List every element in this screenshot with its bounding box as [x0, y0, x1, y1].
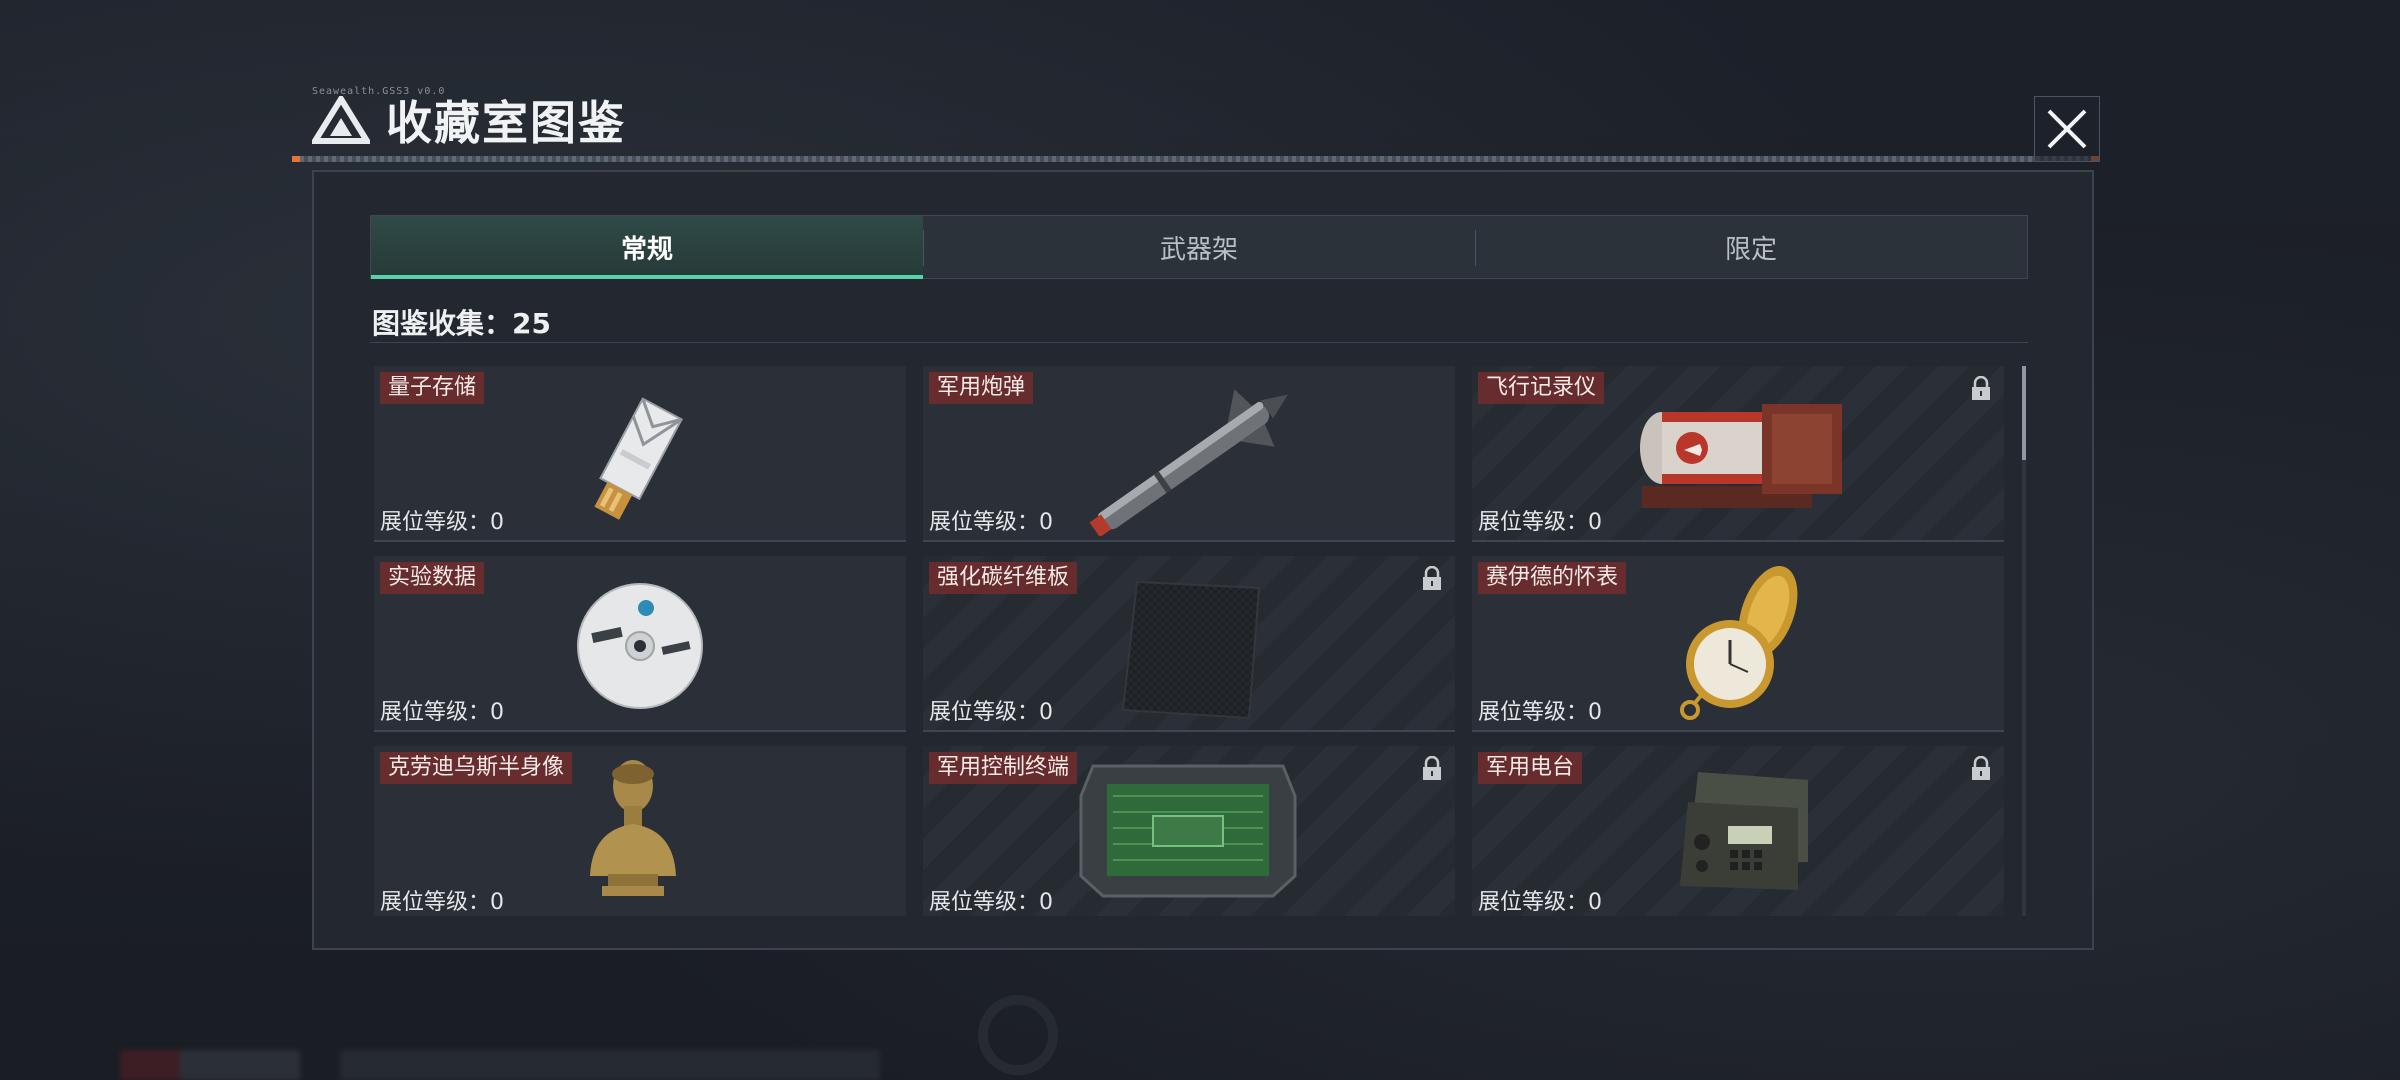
card-level: 展位等级：0 [929, 510, 1053, 535]
header-divider-cap-left [292, 156, 300, 162]
card-level: 展位等级：0 [1478, 890, 1602, 915]
card-level: 展位等级：0 [380, 510, 504, 535]
grid-scroll-thumb[interactable] [2022, 366, 2026, 460]
data-disc-icon [577, 583, 703, 709]
card-name: 军用电台 [1478, 752, 1583, 784]
collection-card-military-radio[interactable]: 军用电台 展位等级：0 [1472, 746, 2004, 916]
page-title: 收藏室图鉴 [386, 96, 626, 150]
card-name: 飞行记录仪 [1478, 372, 1605, 404]
card-name: 军用控制终端 [929, 752, 1078, 784]
collection-card-military-control-terminal[interactable]: 军用控制终端 展位等级：0 [923, 746, 1455, 916]
collection-card-carbon-fiber-plate[interactable]: 强化碳纤维板 展位等级：0 [923, 556, 1455, 732]
lock-icon [1423, 566, 1441, 590]
carbon-plate-icon [1121, 580, 1261, 720]
lock-icon [1972, 376, 1990, 400]
card-level: 展位等级：0 [380, 890, 504, 915]
collection-grid: 量子存储 展位等级：0 军用炮弹 展位等级：0 飞行记录仪 展位等级：0 实验数… [374, 366, 2014, 916]
close-icon [2047, 109, 2087, 149]
header-divider [300, 156, 2095, 162]
card-name: 量子存储 [380, 372, 485, 404]
tab-limited[interactable]: 限定 [1475, 216, 2027, 278]
close-button[interactable] [2034, 96, 2100, 162]
count-divider [370, 342, 2028, 343]
card-name: 克劳迪乌斯半身像 [380, 752, 573, 784]
tab-weapon-rack[interactable]: 武器架 [923, 216, 1475, 278]
grid-scrollbar[interactable] [2022, 366, 2026, 916]
card-name: 强化碳纤维板 [929, 562, 1078, 594]
card-level: 展位等级：0 [1478, 510, 1602, 535]
category-tabs: 常规 武器架 限定 [370, 215, 2028, 279]
missile-shell-icon [1089, 389, 1289, 536]
radio-icon [1680, 772, 1808, 890]
control-terminal-icon [1079, 764, 1297, 898]
card-level: 展位等级：0 [1478, 700, 1602, 725]
background-hud-blur [120, 1050, 880, 1080]
card-level: 展位等级：0 [929, 890, 1053, 915]
collection-card-military-shell[interactable]: 军用炮弹 展位等级：0 [923, 366, 1455, 542]
lock-icon [1423, 756, 1441, 780]
lock-icon [1972, 756, 1990, 780]
collection-card-claudius-bust[interactable]: 克劳迪乌斯半身像 展位等级：0 [374, 746, 906, 916]
card-name: 军用炮弹 [929, 372, 1034, 404]
card-level: 展位等级：0 [380, 700, 504, 725]
background-hud-ring [978, 995, 1058, 1075]
collection-count: 图鉴收集：25 [372, 307, 551, 340]
collection-card-quantum-storage[interactable]: 量子存储 展位等级：0 [374, 366, 906, 542]
tab-regular[interactable]: 常规 [371, 216, 923, 279]
triangle-logo-icon [312, 96, 370, 144]
usb-drive-icon [594, 397, 683, 520]
collection-card-flight-recorder[interactable]: 飞行记录仪 展位等级：0 [1472, 366, 2004, 542]
card-level: 展位等级：0 [929, 700, 1053, 725]
collection-card-experiment-data[interactable]: 实验数据 展位等级：0 [374, 556, 906, 732]
bust-statue-icon [590, 760, 676, 896]
card-name: 赛伊德的怀表 [1478, 562, 1627, 594]
pocket-watch-icon [1680, 566, 1798, 720]
flight-recorder-icon [1640, 404, 1842, 508]
card-name: 实验数据 [380, 562, 485, 594]
collection-card-saeed-pocket-watch[interactable]: 赛伊德的怀表 展位等级：0 [1472, 556, 2004, 732]
title-bar: 收藏室图鉴 [312, 90, 626, 150]
